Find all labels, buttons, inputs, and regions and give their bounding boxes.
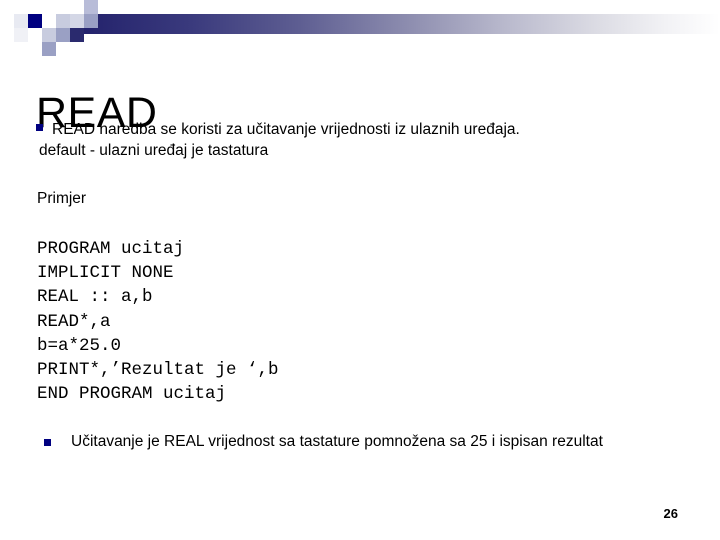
decor-square xyxy=(70,14,84,28)
decor-square xyxy=(56,42,70,56)
bullet-item-label: READ naredba se koristi za učitavanje vr… xyxy=(52,121,520,138)
code-line: REAL :: a,b xyxy=(37,287,153,308)
code-line: b=a*25.0 xyxy=(37,335,122,356)
bullet-item-label: Učitavanje je REAL vrijednost sa tastatu… xyxy=(71,433,603,450)
code-line: READ*,a xyxy=(37,311,111,332)
bullet-item: Učitavanje je REAL vrijednost sa tastatu… xyxy=(44,432,664,452)
decor-square xyxy=(42,14,56,28)
page-number: 26 xyxy=(663,506,678,521)
decor-square xyxy=(70,28,84,42)
decor-square xyxy=(42,28,56,42)
example-label: Primjer xyxy=(37,190,87,207)
decor-square xyxy=(84,14,98,28)
decor-square xyxy=(28,14,42,28)
decor-square xyxy=(14,28,28,42)
bullet-block-primary: READ naredba se koristi za učitavanje vr… xyxy=(36,119,696,161)
code-line: END PROGRAM ucitaj xyxy=(37,384,227,405)
decor-square xyxy=(56,28,70,42)
decor-square xyxy=(14,14,28,28)
decor-square xyxy=(42,0,56,14)
code-line: PROGRAM ucitaj xyxy=(37,239,185,259)
bullet-block-secondary: Učitavanje je REAL vrijednost sa tastatu… xyxy=(44,432,664,452)
code-line: PRINT*,’Rezultat je ‘,b xyxy=(37,360,279,381)
slide-header-decoration xyxy=(0,0,720,56)
header-gradient-band xyxy=(42,14,720,34)
square-bullet-icon xyxy=(44,439,51,446)
decor-square xyxy=(42,42,56,56)
decor-square xyxy=(56,0,70,14)
square-bullet-icon xyxy=(36,124,43,131)
code-listing: PROGRAM ucitajIMPLICIT NONEREAL :: a,bRE… xyxy=(37,237,279,406)
decor-square xyxy=(98,0,112,14)
bullet-item: READ naredba se koristi za učitavanje vr… xyxy=(36,119,696,140)
decor-square xyxy=(56,14,70,28)
decor-square xyxy=(70,0,84,14)
code-line: IMPLICIT NONE xyxy=(37,263,174,284)
decor-square xyxy=(28,42,42,56)
bullet-sub-label: default - ulazni uređaj je tastatura xyxy=(39,142,269,159)
decor-square xyxy=(84,0,98,14)
